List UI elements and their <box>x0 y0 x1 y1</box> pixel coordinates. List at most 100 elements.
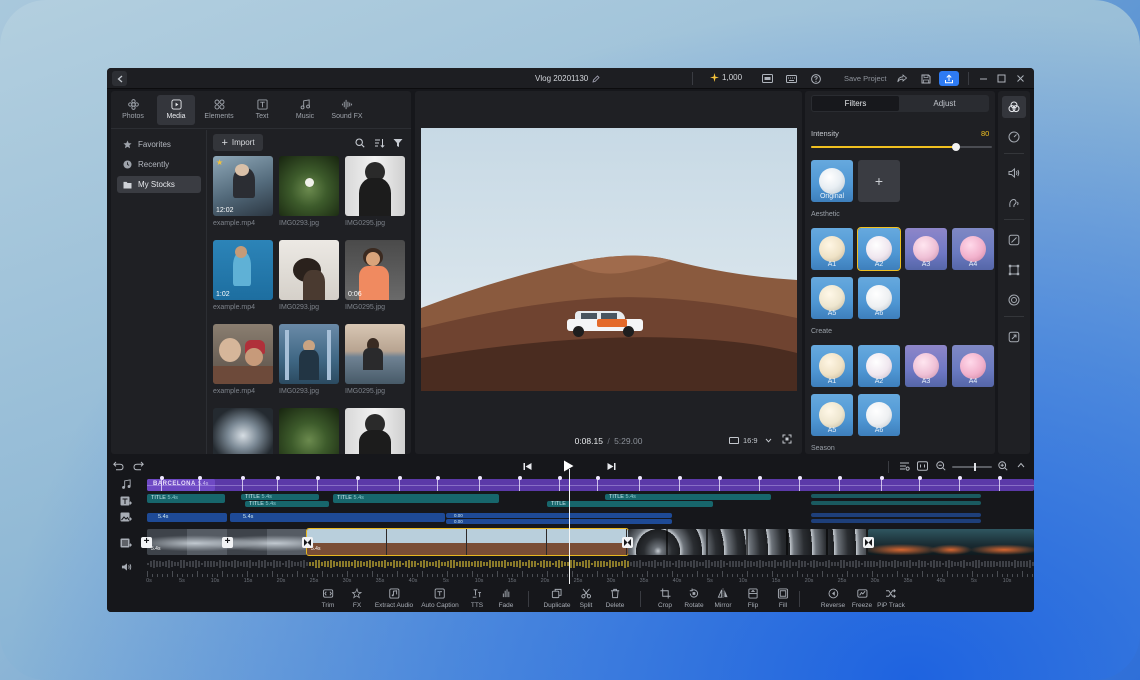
title-clip[interactable]: TITLE 5.4s <box>241 494 319 500</box>
screen-button[interactable] <box>761 72 774 85</box>
add-transition-button[interactable]: + <box>141 537 152 548</box>
tab-media[interactable]: Media <box>157 95 195 125</box>
add-filter-button[interactable]: + <box>858 160 900 202</box>
transform-rail-button[interactable] <box>1006 262 1022 278</box>
export-button[interactable] <box>939 71 959 86</box>
rotate-button[interactable]: Rotate <box>684 588 704 609</box>
video-clip[interactable] <box>628 529 868 555</box>
sticker-clip[interactable]: 5.4s <box>230 513 445 522</box>
filter-item[interactable]: A6 <box>858 394 900 436</box>
import-button[interactable]: + Import <box>213 134 263 151</box>
mirror-button[interactable]: Mirror <box>715 588 731 609</box>
zoom-knob[interactable] <box>974 463 976 471</box>
media-thumb[interactable]: ★ 12:02 <box>213 156 273 216</box>
save-button[interactable] <box>919 72 932 85</box>
minimize-button[interactable] <box>977 72 990 85</box>
filter-item[interactable]: A4 <box>952 345 994 387</box>
undo-button[interactable] <box>113 461 124 471</box>
help-button[interactable] <box>809 72 822 85</box>
add-transition-button[interactable]: + <box>222 537 233 548</box>
media-thumb[interactable] <box>213 408 273 454</box>
credits[interactable]: 1,000 <box>710 73 742 82</box>
auto-caption-button[interactable]: Auto Caption <box>421 588 459 609</box>
tab-elements[interactable]: Elements <box>200 95 238 125</box>
delete-button[interactable]: Delete <box>606 588 624 609</box>
title-clip[interactable] <box>811 501 981 505</box>
filters-rail-button[interactable] <box>1006 99 1022 115</box>
duplicate-button[interactable]: Duplicate <box>543 588 571 609</box>
video-clip-selected[interactable]: 5.4s <box>306 528 629 556</box>
media-thumb[interactable] <box>345 408 405 454</box>
sticker-clip[interactable]: 5.4s <box>147 513 227 522</box>
media-thumb[interactable] <box>279 240 339 300</box>
previous-frame-button[interactable] <box>523 462 532 471</box>
sidebar-item-favorites[interactable]: Favorites <box>117 136 201 153</box>
mask-rail-button[interactable] <box>1006 292 1022 308</box>
tab-sound-fx[interactable]: Sound FX <box>325 95 369 125</box>
adjust-rail-button[interactable] <box>1006 232 1022 248</box>
extract-audio-button[interactable]: Extract Audio <box>375 588 413 609</box>
project-title-area[interactable]: Vlog 20201130 <box>535 74 600 83</box>
tab-music[interactable]: Music <box>286 95 324 125</box>
tab-text[interactable]: Text <box>243 95 281 125</box>
media-thumb[interactable] <box>279 408 339 454</box>
media-thumb[interactable]: 0:06 <box>345 240 405 300</box>
media-thumb[interactable] <box>345 324 405 384</box>
pip-track-button[interactable]: PiP Track <box>877 588 905 609</box>
filter-original[interactable]: Original <box>811 160 853 202</box>
filter-button[interactable] <box>393 138 403 148</box>
tab-filters[interactable]: Filters <box>812 96 899 111</box>
video-preview[interactable] <box>421 128 797 391</box>
filter-item[interactable]: A3 <box>905 228 947 270</box>
media-thumb[interactable] <box>279 156 339 216</box>
filter-item[interactable]: A2 <box>858 345 900 387</box>
share-button[interactable] <box>895 72 908 85</box>
title-clip[interactable]: TITLE 5.4s <box>605 494 771 500</box>
pip-clip[interactable]: 0.00 <box>446 513 672 518</box>
search-button[interactable] <box>355 138 365 148</box>
pip-clip[interactable]: 0.00 <box>446 519 672 524</box>
tab-adjust[interactable]: Adjust <box>901 96 988 111</box>
filter-item-selected[interactable]: A2 <box>857 227 901 271</box>
sort-button[interactable] <box>374 138 385 148</box>
media-thumb[interactable]: 1:02 <box>213 240 273 300</box>
filter-item[interactable]: A3 <box>905 345 947 387</box>
filter-item[interactable]: A4 <box>952 228 994 270</box>
back-button[interactable] <box>112 71 127 86</box>
next-frame-button[interactable] <box>607 462 616 471</box>
transition-marker[interactable] <box>622 537 633 548</box>
playhead[interactable] <box>569 469 570 585</box>
fill-button[interactable]: Fill <box>777 588 789 609</box>
close-button[interactable] <box>1014 72 1027 85</box>
maximize-button[interactable] <box>995 72 1008 85</box>
filter-item[interactable]: A1 <box>811 228 853 270</box>
intensity-knob[interactable] <box>951 143 960 151</box>
pip-clip[interactable] <box>811 513 981 517</box>
master-volume-icon[interactable] <box>119 561 133 573</box>
title-clip[interactable]: TITLE <box>547 501 713 507</box>
filter-item[interactable]: A5 <box>811 394 853 436</box>
crop-button[interactable]: Crop <box>658 588 672 609</box>
pencil-icon[interactable] <box>592 74 600 83</box>
pip-clip[interactable] <box>811 519 981 523</box>
media-thumb[interactable] <box>279 324 339 384</box>
title-clip[interactable]: TITLE 5.4s <box>147 494 225 503</box>
track-settings-button[interactable] <box>899 461 910 471</box>
collapse-timeline-button[interactable] <box>1017 462 1025 468</box>
keyboard-button[interactable] <box>785 72 798 85</box>
title-clip[interactable]: TITLE 5.4s <box>245 501 329 507</box>
intensity-slider[interactable] <box>811 143 992 151</box>
transition-marker[interactable] <box>302 537 313 548</box>
split-button[interactable]: Split <box>580 588 592 609</box>
save-project-button[interactable]: Save Project <box>844 74 887 83</box>
transition-marker[interactable] <box>863 537 874 548</box>
fullscreen-button[interactable] <box>782 434 792 444</box>
title-clip[interactable]: TITLE 5.4s <box>333 494 499 503</box>
flip-button[interactable]: Flip <box>748 588 759 609</box>
zoom-out-button[interactable] <box>936 461 946 471</box>
media-thumb[interactable] <box>345 156 405 216</box>
redo-button[interactable] <box>133 461 144 471</box>
freeze-button[interactable]: Freeze <box>852 588 872 609</box>
aspect-ratio-select[interactable]: 16:9 <box>729 436 772 445</box>
snap-button[interactable] <box>917 461 928 471</box>
